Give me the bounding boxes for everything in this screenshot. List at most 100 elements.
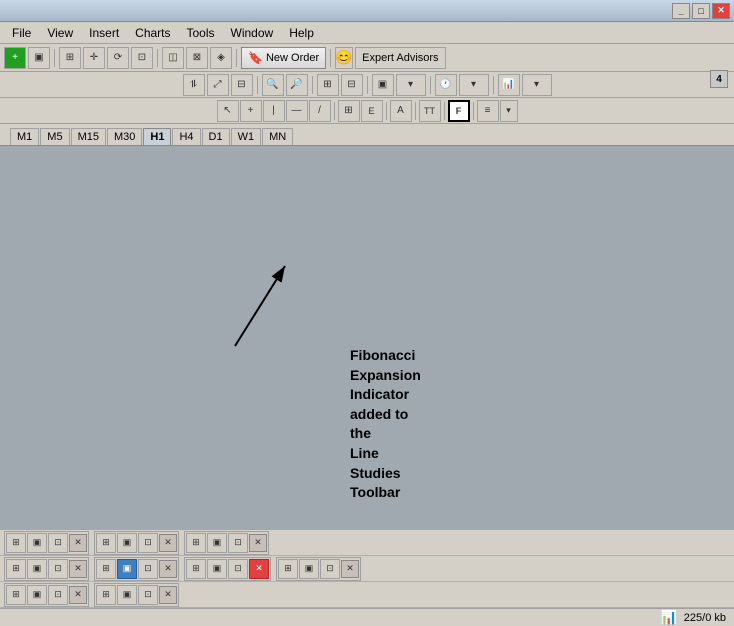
menu-view[interactable]: View bbox=[39, 24, 81, 42]
tab-m15[interactable]: M15 bbox=[71, 128, 106, 145]
tab-h4[interactable]: H4 bbox=[172, 128, 200, 145]
task-btn-6b[interactable]: ▣ bbox=[207, 559, 227, 579]
menu-file[interactable]: File bbox=[4, 24, 39, 42]
task-btn-1d[interactable]: ✕ bbox=[69, 534, 87, 552]
task-btn-3d[interactable]: ✕ bbox=[249, 534, 267, 552]
tab-d1[interactable]: D1 bbox=[202, 128, 230, 145]
task-btn-3b[interactable]: ▣ bbox=[207, 533, 227, 553]
toolbar-btn-7[interactable]: ◫ bbox=[162, 47, 184, 69]
toolbar-btn-2[interactable]: ▣ bbox=[28, 47, 50, 69]
tb2-btn-4[interactable]: ⊞ bbox=[317, 74, 339, 96]
tb2-clock[interactable]: 🕐 bbox=[435, 74, 457, 96]
task-btn-6c[interactable]: ⊡ bbox=[228, 559, 248, 579]
tab-w1[interactable]: W1 bbox=[231, 128, 262, 145]
menu-insert[interactable]: Insert bbox=[81, 24, 127, 42]
tb2-btn-6[interactable]: ▣ bbox=[372, 74, 394, 96]
task-btn-2b[interactable]: ▣ bbox=[117, 533, 137, 553]
menu-tools[interactable]: Tools bbox=[179, 24, 223, 42]
tb3-tline[interactable]: / bbox=[309, 100, 331, 122]
task-btn-5c[interactable]: ⊡ bbox=[138, 559, 158, 579]
tb2-zoom-out[interactable]: 🔎 bbox=[286, 74, 308, 96]
task-btn-5a[interactable]: ⊞ bbox=[96, 559, 116, 579]
task-group-2: ⊞ ▣ ⊡ ✕ bbox=[94, 531, 179, 555]
tab-m1[interactable]: M1 bbox=[10, 128, 39, 145]
tb2-dropdown-3[interactable]: ▾ bbox=[522, 74, 552, 96]
tb3-grid[interactable]: ⊞ bbox=[338, 100, 360, 122]
tb3-text-a[interactable]: A bbox=[390, 100, 412, 122]
new-order-button[interactable]: 🔖 New Order bbox=[241, 47, 326, 69]
tb3-cursor[interactable]: ↖ bbox=[217, 100, 239, 122]
task-btn-8d[interactable]: ✕ bbox=[69, 586, 87, 604]
task-btn-1c[interactable]: ⊡ bbox=[48, 533, 68, 553]
tb3-e[interactable]: E bbox=[361, 100, 383, 122]
task-btn-2a[interactable]: ⊞ bbox=[96, 533, 116, 553]
fibonacci-expansion-button[interactable]: F bbox=[448, 100, 470, 122]
tb3-vline[interactable]: | bbox=[263, 100, 285, 122]
period-tabs: M1 M5 M15 M30 H1 H4 D1 W1 MN bbox=[0, 124, 734, 146]
tab-mn[interactable]: MN bbox=[262, 128, 293, 145]
tb3-extra[interactable]: ≡ bbox=[477, 100, 499, 122]
sep14 bbox=[473, 102, 474, 120]
task-btn-9b[interactable]: ▣ bbox=[117, 585, 137, 605]
task-btn-7b[interactable]: ▣ bbox=[299, 559, 319, 579]
task-btn-5d[interactable]: ✕ bbox=[159, 560, 177, 578]
menu-charts[interactable]: Charts bbox=[127, 24, 178, 42]
task-btn-6d[interactable]: ✕ bbox=[249, 559, 269, 579]
tb2-chart[interactable]: 📊 bbox=[498, 74, 520, 96]
chart-area[interactable]: Fibonacci Expansion Indicator added to t… bbox=[0, 146, 734, 530]
task-btn-4d[interactable]: ✕ bbox=[69, 560, 87, 578]
task-btn-1a[interactable]: ⊞ bbox=[6, 533, 26, 553]
toolbar-btn-3[interactable]: ⊞ bbox=[59, 47, 81, 69]
tab-m30[interactable]: M30 bbox=[107, 128, 142, 145]
sep3 bbox=[236, 49, 237, 67]
tab-m5[interactable]: M5 bbox=[40, 128, 69, 145]
toolbar-btn-8[interactable]: ⊠ bbox=[186, 47, 208, 69]
task-btn-8c[interactable]: ⊡ bbox=[48, 585, 68, 605]
task-btn-4b[interactable]: ▣ bbox=[27, 559, 47, 579]
tb2-zoom-in[interactable]: 🔍 bbox=[262, 74, 284, 96]
sep10 bbox=[334, 102, 335, 120]
task-btn-6a[interactable]: ⊞ bbox=[186, 559, 206, 579]
menu-window[interactable]: Window bbox=[223, 24, 282, 42]
toolbar-btn-6[interactable]: ⊡ bbox=[131, 47, 153, 69]
tb3-text-tt[interactable]: TT bbox=[419, 100, 441, 122]
task-btn-2c[interactable]: ⊡ bbox=[138, 533, 158, 553]
tb2-dropdown-2[interactable]: ▾ bbox=[459, 74, 489, 96]
task-btn-4a[interactable]: ⊞ bbox=[6, 559, 26, 579]
task-group-9: ⊞ ▣ ⊡ ✕ bbox=[94, 583, 179, 607]
task-btn-2d[interactable]: ✕ bbox=[159, 534, 177, 552]
tb3-hline[interactable]: — bbox=[286, 100, 308, 122]
tb2-btn-2[interactable]: ⤢ bbox=[207, 74, 229, 96]
toolbar-btn-5[interactable]: ⟳ bbox=[107, 47, 129, 69]
toolbar-btn-1[interactable]: + bbox=[4, 47, 26, 69]
tb2-btn-5[interactable]: ⊟ bbox=[341, 74, 363, 96]
tb3-cross[interactable]: + bbox=[240, 100, 262, 122]
tab-h1[interactable]: H1 bbox=[143, 128, 171, 145]
close-button[interactable]: ✕ bbox=[712, 3, 730, 19]
maximize-button[interactable]: □ bbox=[692, 3, 710, 19]
task-btn-1b[interactable]: ▣ bbox=[27, 533, 47, 553]
toolbar-btn-9[interactable]: ◈ bbox=[210, 47, 232, 69]
task-btn-3c[interactable]: ⊡ bbox=[228, 533, 248, 553]
task-btn-9d[interactable]: ✕ bbox=[159, 586, 177, 604]
task-btn-7a[interactable]: ⊞ bbox=[278, 559, 298, 579]
minimize-button[interactable]: _ bbox=[672, 3, 690, 19]
task-btn-9c[interactable]: ⊡ bbox=[138, 585, 158, 605]
task-btn-8b[interactable]: ▣ bbox=[27, 585, 47, 605]
task-btn-7d[interactable]: ✕ bbox=[341, 560, 359, 578]
tb2-btn-3[interactable]: ⊟ bbox=[231, 74, 253, 96]
task-group-8: ⊞ ▣ ⊡ ✕ bbox=[4, 583, 89, 607]
task-btn-7c[interactable]: ⊡ bbox=[320, 559, 340, 579]
task-btn-5b[interactable]: ▣ bbox=[117, 559, 137, 579]
tb2-dropdown-1[interactable]: ▾ bbox=[396, 74, 426, 96]
task-btn-8a[interactable]: ⊞ bbox=[6, 585, 26, 605]
toolbar-btn-4[interactable]: ✛ bbox=[83, 47, 105, 69]
bottom-area: ⊞ ▣ ⊡ ✕ ⊞ ▣ ⊡ ✕ ⊞ ▣ ⊡ ✕ ⊞ ▣ ⊡ bbox=[0, 530, 734, 626]
menu-help[interactable]: Help bbox=[281, 24, 322, 42]
task-btn-4c[interactable]: ⊡ bbox=[48, 559, 68, 579]
tb3-dropdown[interactable]: ▾ bbox=[500, 100, 518, 122]
task-btn-3a[interactable]: ⊞ bbox=[186, 533, 206, 553]
expert-advisors-button[interactable]: Expert Advisors bbox=[355, 47, 445, 69]
task-btn-9a[interactable]: ⊞ bbox=[96, 585, 116, 605]
tb2-btn-1[interactable]: ⥮ bbox=[183, 74, 205, 96]
